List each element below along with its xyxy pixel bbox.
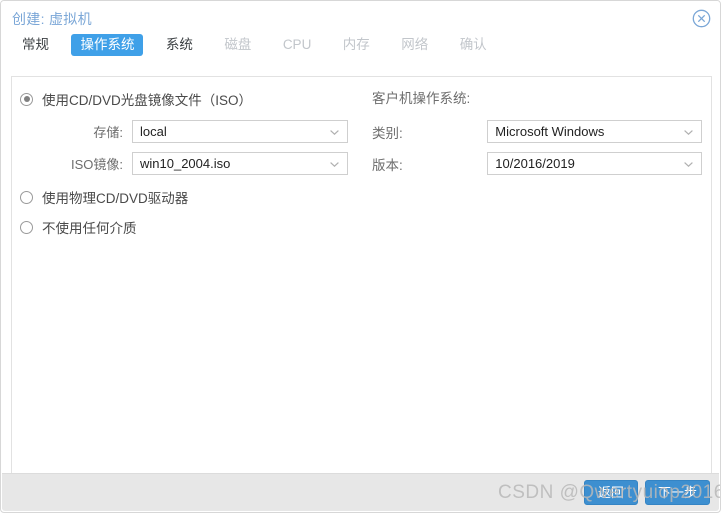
tab-network: 网络 [401, 37, 429, 52]
radio-row-iso-file[interactable]: 使用CD/DVD光盘镜像文件（ISO） [20, 87, 368, 111]
dialog-titlebar: 创建: 虚拟机 [1, 1, 720, 34]
tab-os[interactable]: 操作系统 [71, 34, 144, 56]
radio-physical-drive[interactable] [20, 190, 33, 204]
storage-value: local [140, 124, 167, 139]
tab-confirm: 确认 [459, 37, 487, 52]
guest-os-group: 客户机操作系统: 类别: Microsoft Windows 版本: 10/20… [372, 87, 702, 175]
radio-no-media[interactable] [20, 220, 33, 234]
radio-label-no-media: 不使用任何介质 [42, 221, 137, 236]
media-source-group: 使用CD/DVD光盘镜像文件（ISO） 存储: local ISO镜像: win… [20, 87, 368, 239]
next-button[interactable]: 下一步 [644, 480, 710, 505]
field-row-iso-image: ISO镜像: win10_2004.iso [20, 152, 368, 175]
guest-os-heading: 客户机操作系统: [372, 91, 471, 106]
iso-image-select[interactable]: win10_2004.iso [132, 152, 348, 175]
tab-memory: 内存 [342, 37, 370, 52]
os-version-value: 10/2016/2019 [495, 156, 575, 171]
radio-label-physical-drive: 使用物理CD/DVD驱动器 [42, 191, 189, 206]
chevron-down-icon [684, 161, 693, 167]
os-tab-panel: 使用CD/DVD光盘镜像文件（ISO） 存储: local ISO镜像: win… [11, 76, 712, 474]
field-row-storage: 存储: local [20, 120, 368, 143]
tab-system[interactable]: 系统 [157, 34, 202, 56]
tab-disk: 磁盘 [224, 37, 252, 52]
radio-row-no-media[interactable]: 不使用任何介质 [20, 215, 368, 239]
tab-general[interactable]: 常规 [13, 34, 58, 56]
field-row-os-type: 类别: Microsoft Windows [372, 120, 702, 143]
os-type-label: 类别: [372, 125, 403, 141]
os-version-select[interactable]: 10/2016/2019 [487, 152, 702, 175]
dialog-footer: 返回 下一步 [2, 473, 719, 511]
radio-label-iso-file: 使用CD/DVD光盘镜像文件（ISO） [42, 93, 253, 108]
footer-actions: 返回 下一步 [583, 480, 710, 505]
chevron-down-icon [330, 161, 339, 167]
storage-label: 存储: [93, 125, 123, 140]
storage-select[interactable]: local [132, 120, 348, 143]
field-row-os-version: 版本: 10/2016/2019 [372, 152, 702, 175]
radio-row-physical-drive[interactable]: 使用物理CD/DVD驱动器 [20, 185, 368, 209]
tab-cpu: CPU [282, 37, 312, 52]
dialog-title: 创建: 虚拟机 [12, 11, 92, 27]
chevron-down-icon [684, 129, 693, 135]
os-type-select[interactable]: Microsoft Windows [487, 120, 702, 143]
wizard-tabs: 常规 操作系统 系统 磁盘 CPU 内存 网络 确认 [1, 34, 720, 67]
radio-iso-file[interactable] [20, 92, 33, 106]
os-type-value: Microsoft Windows [495, 124, 605, 139]
os-version-label: 版本: [372, 157, 403, 173]
create-vm-dialog: 创建: 虚拟机 常规 操作系统 系统 磁盘 CPU 内存 网络 确认 使用CD/… [0, 0, 721, 513]
chevron-down-icon [330, 129, 339, 135]
close-circle-icon[interactable] [692, 9, 711, 28]
iso-image-value: win10_2004.iso [140, 156, 231, 171]
back-button[interactable]: 返回 [583, 480, 638, 505]
iso-image-label: ISO镜像: [70, 157, 123, 172]
